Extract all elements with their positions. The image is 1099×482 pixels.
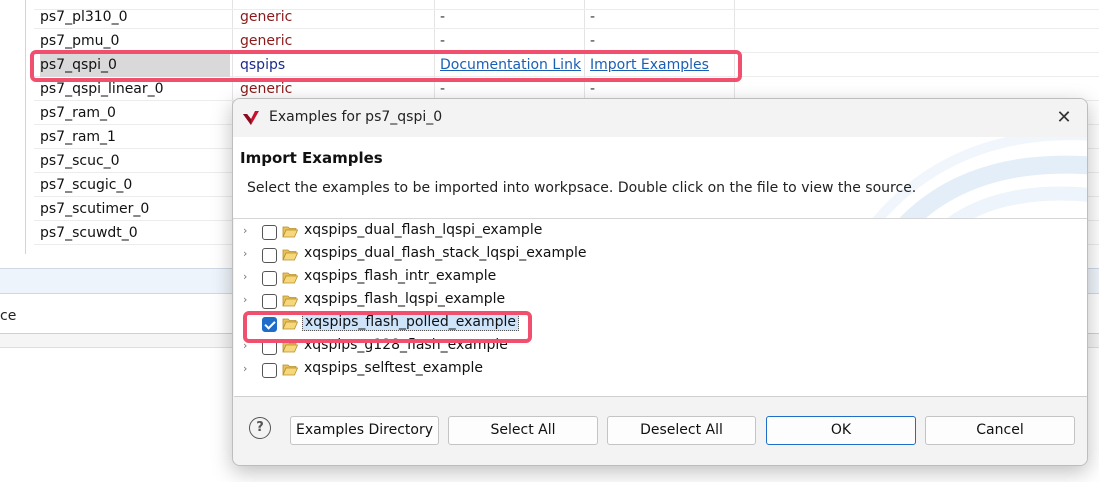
example-checkbox[interactable]	[262, 248, 277, 263]
header-decoration-graphic	[872, 137, 1087, 218]
cell-name: ps7_pl310_0	[40, 9, 128, 25]
example-label[interactable]: xqspips_dual_flash_lqspi_example	[302, 222, 544, 238]
table-row[interactable]: ps7_pmu_0 generic - -	[34, 29, 1099, 53]
ok-button[interactable]: OK	[766, 416, 916, 445]
documentation-link[interactable]: Documentation Link	[440, 53, 590, 77]
list-item[interactable]: › xqspips_g128_flash_example	[234, 336, 1087, 358]
list-item-selected[interactable]: › xqspips_flash_polled_example	[234, 313, 1087, 335]
folder-open-icon	[282, 295, 298, 307]
dialog-heading: Import Examples	[240, 149, 383, 167]
cell-doc: -	[440, 9, 446, 25]
import-examples-link[interactable]: Import Examples	[590, 53, 740, 77]
deselect-all-button[interactable]: Deselect All	[607, 416, 756, 445]
examples-directory-button[interactable]: Examples Directory	[290, 416, 439, 445]
list-item[interactable]: › xqspips_dual_flash_lqspi_example	[234, 221, 1087, 243]
chevron-right-icon[interactable]: ›	[243, 362, 247, 375]
dialog-description: Select the examples to be imported into …	[247, 180, 917, 196]
list-item[interactable]: › xqspips_flash_intr_example	[234, 267, 1087, 289]
cell-name: ps7_ram_0	[40, 105, 116, 121]
folder-open-icon	[282, 341, 298, 353]
example-checkbox[interactable]	[262, 363, 277, 378]
example-checkbox[interactable]	[262, 225, 277, 240]
help-icon[interactable]: ?	[249, 417, 271, 439]
list-item[interactable]: › xqspips_dual_flash_stack_lqspi_example	[234, 244, 1087, 266]
example-label[interactable]: xqspips_selftest_example	[302, 360, 485, 376]
cell-driver: generic	[240, 9, 293, 25]
example-label[interactable]: xqspips_flash_intr_example	[302, 268, 498, 284]
partial-tab-label: ce	[0, 308, 17, 324]
left-strip	[0, 0, 26, 254]
import-examples-dialog: Examples for ps7_qspi_0 ✕ Import Example…	[232, 98, 1088, 466]
select-all-button[interactable]: Select All	[448, 416, 598, 445]
folder-open-icon	[282, 364, 298, 376]
cancel-button[interactable]: Cancel	[925, 416, 1075, 445]
examples-list[interactable]: › xqspips_dual_flash_lqspi_example › xqs…	[234, 219, 1087, 397]
folder-open-icon	[282, 318, 298, 330]
folder-open-icon	[282, 249, 298, 261]
cell-name: ps7_scugic_0	[40, 177, 133, 193]
cell-name: ps7_scuwdt_0	[40, 225, 138, 241]
cell-import: -	[590, 9, 596, 25]
cell-name: ps7_scutimer_0	[40, 201, 150, 217]
table-row-selected[interactable]: ps7_qspi_0 qspips Documentation Link Imp…	[34, 53, 1099, 77]
example-checkbox[interactable]	[262, 271, 277, 286]
chevron-right-icon[interactable]: ›	[243, 247, 247, 260]
cell-doc: -	[440, 33, 446, 49]
cell-name: ps7_qspi_linear_0	[40, 81, 164, 97]
dialog-header: Import Examples Select the examples to b…	[233, 137, 1087, 219]
example-label[interactable]: xqspips_g128_flash_example	[302, 337, 510, 353]
cell-import: -	[590, 33, 596, 49]
cell-driver: generic	[240, 33, 293, 49]
dialog-footer: ? Examples Directory Select All Deselect…	[233, 397, 1087, 465]
example-checkbox-checked[interactable]	[262, 317, 277, 332]
example-label[interactable]: xqspips_flash_lqspi_example	[302, 291, 507, 307]
example-label[interactable]: xqspips_flash_polled_example	[302, 313, 519, 331]
example-checkbox[interactable]	[262, 340, 277, 355]
dialog-title: Examples for ps7_qspi_0	[269, 109, 443, 125]
example-checkbox[interactable]	[262, 294, 277, 309]
cell-name: ps7_ram_1	[40, 129, 116, 145]
folder-open-icon	[282, 226, 298, 238]
cell-name: ps7_pmu_0	[40, 33, 120, 49]
chevron-right-icon[interactable]: ›	[243, 293, 247, 306]
list-item[interactable]: › xqspips_selftest_example	[234, 359, 1087, 381]
vitis-logo-icon	[243, 111, 259, 125]
table-row[interactable]: ps7_pl310_0 generic - -	[34, 5, 1099, 29]
example-label[interactable]: xqspips_dual_flash_stack_lqspi_example	[302, 245, 589, 261]
chevron-right-icon[interactable]: ›	[243, 224, 247, 237]
chevron-right-icon[interactable]: ›	[243, 270, 247, 283]
cell-driver: qspips	[240, 57, 286, 73]
folder-open-icon	[282, 272, 298, 284]
close-icon[interactable]: ✕	[1051, 105, 1077, 131]
cell-name: ps7_qspi_0	[40, 53, 230, 77]
chevron-right-icon[interactable]: ›	[243, 316, 247, 329]
cell-name: ps7_scuc_0	[40, 153, 120, 169]
dialog-titlebar[interactable]: Examples for ps7_qspi_0 ✕	[233, 99, 1087, 137]
chevron-right-icon[interactable]: ›	[243, 339, 247, 352]
list-item[interactable]: › xqspips_flash_lqspi_example	[234, 290, 1087, 312]
